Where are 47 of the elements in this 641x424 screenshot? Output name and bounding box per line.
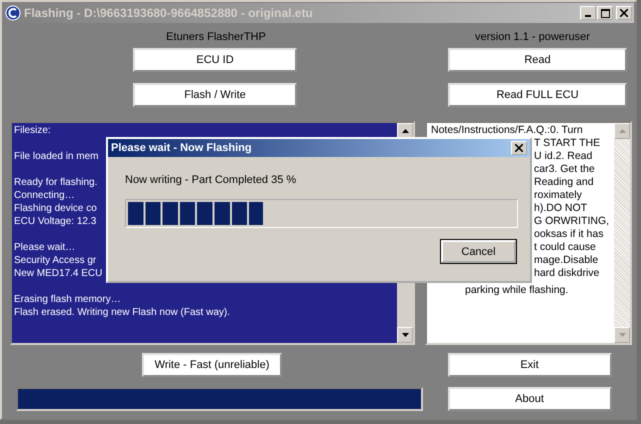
ecu-id-button[interactable]: ECU ID xyxy=(133,48,297,72)
dialog-title: Please wait - Now Flashing xyxy=(111,142,252,154)
close-icon xyxy=(620,9,628,17)
notes-line: car3. Get the xyxy=(534,163,595,175)
exit-button[interactable]: Exit xyxy=(448,353,612,377)
scroll-up-icon[interactable] xyxy=(402,129,408,133)
notes-line: T START THE xyxy=(534,137,600,149)
notes-line: mage.Disable xyxy=(534,254,598,266)
close-icon xyxy=(515,144,523,152)
close-button[interactable] xyxy=(511,141,527,155)
maximize-button[interactable] xyxy=(597,6,613,20)
notes-line: t could cause xyxy=(534,241,596,253)
log-line: Please wait… xyxy=(14,241,76,254)
log-line: Filesize: xyxy=(14,124,51,137)
notes-line: U id.2. Read xyxy=(534,150,592,162)
notes-line: Reading and xyxy=(534,176,594,188)
read-full-ecu-button[interactable]: Read FULL ECU xyxy=(448,83,627,107)
app-name-label: Etuners FlasherTHP xyxy=(166,30,266,45)
notes-line: roximately xyxy=(534,189,582,201)
notes-line: hard diskdrive xyxy=(534,267,600,279)
read-button[interactable]: Read xyxy=(448,48,627,72)
window-title: Flashing - D:\9663193680-9664852880 - original.etu xyxy=(24,6,314,20)
notes-line: Notes/Instructions/F.A.Q.:0. Turn xyxy=(431,124,583,136)
notes-line: G ORWRITING, xyxy=(534,215,610,227)
scroll-down-icon[interactable] xyxy=(402,333,408,337)
about-button[interactable]: About xyxy=(448,387,612,411)
log-line: Connecting… xyxy=(14,189,75,202)
minimize-button[interactable] xyxy=(580,6,596,20)
log-line: Security Access gr xyxy=(14,254,96,267)
maximize-icon xyxy=(600,8,610,18)
log-line: Flashing device co xyxy=(14,202,97,215)
notes-line: h).DO NOT xyxy=(534,202,588,214)
close-button[interactable] xyxy=(616,6,632,20)
flash-write-button[interactable]: Flash / Write xyxy=(133,83,297,107)
cancel-button[interactable]: Cancel xyxy=(441,240,516,263)
version-label: version 1.1 - poweruser xyxy=(475,30,590,45)
notes-line: parking while flashing. xyxy=(465,284,568,296)
log-line: ECU Voltage: 12.3 xyxy=(14,215,96,228)
app-icon xyxy=(5,5,21,21)
log-line: Ready for flashing. xyxy=(14,176,98,189)
log-line: Erasing flash memory… xyxy=(14,293,121,306)
log-line: File loaded in mem xyxy=(14,150,98,163)
log-line: Flash erased. Writing new Flash now (Fast way). xyxy=(14,306,230,319)
write-fast-button[interactable]: Write - Fast (unreliable) xyxy=(142,353,282,377)
log-line: New MED17.4 ECU xyxy=(14,267,102,280)
progress-message: Now writing - Part Completed 35 % xyxy=(125,174,298,188)
notes-line: ooksas if it has xyxy=(534,228,604,240)
